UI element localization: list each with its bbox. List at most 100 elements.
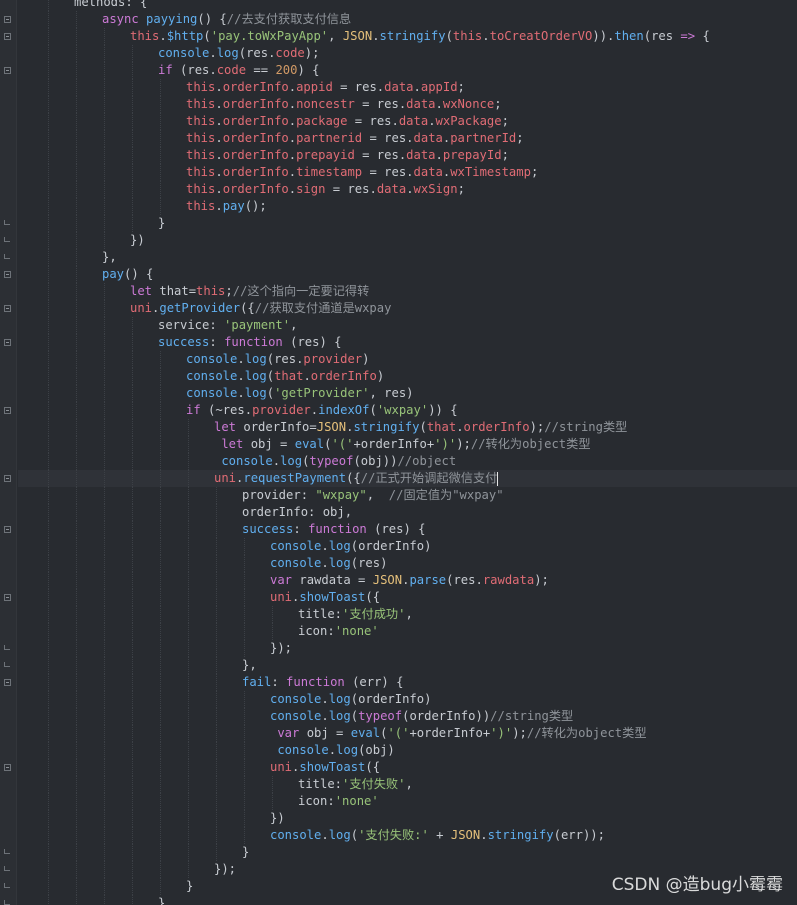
fold-toggle-icon[interactable] — [4, 679, 11, 686]
code-line[interactable]: methods: { — [18, 0, 797, 11]
code-line[interactable]: if (res.code == 200) { — [18, 62, 797, 79]
code-line[interactable]: } — [18, 215, 797, 232]
code-line[interactable]: provider: "wxpay", //固定值为"wxpay" — [18, 487, 797, 504]
code-line[interactable]: }, — [18, 249, 797, 266]
code-token: ; — [501, 148, 509, 162]
indent-guide — [76, 538, 77, 555]
code-line[interactable]: }) — [18, 810, 797, 827]
fold-toggle-icon[interactable] — [4, 67, 11, 74]
indent-guide — [188, 742, 189, 759]
indent-guide — [272, 793, 273, 810]
text-cursor — [497, 471, 499, 486]
code-line[interactable]: console.log(orderInfo) — [18, 538, 797, 555]
indent-guide — [48, 895, 49, 905]
code-token: . — [215, 165, 223, 179]
fold-toggle-icon[interactable] — [4, 475, 11, 482]
code-line[interactable]: title:'支付成功', — [18, 606, 797, 623]
code-token: ( — [266, 386, 275, 400]
code-token: (res. — [172, 63, 217, 77]
code-line[interactable]: this.pay(); — [18, 198, 797, 215]
indent-guide — [48, 249, 49, 266]
code-line[interactable]: success: function (res) { — [18, 521, 797, 538]
code-line[interactable]: console.log(res.provider) — [18, 351, 797, 368]
code-line[interactable]: orderInfo: obj, — [18, 504, 797, 521]
code-line[interactable]: this.orderInfo.prepayid = res.data.prepa… — [18, 147, 797, 164]
code-line[interactable]: success: function (res) { — [18, 334, 797, 351]
code-line[interactable]: console.log(obj) — [18, 742, 797, 759]
fold-toggle-icon[interactable] — [4, 764, 11, 771]
code-token: (err)); — [553, 828, 605, 842]
code-line[interactable]: console.log(res.code); — [18, 45, 797, 62]
fold-toggle-icon[interactable] — [4, 594, 11, 601]
code-token: 'wxpay' — [376, 403, 429, 417]
code-line[interactable]: }) — [18, 232, 797, 249]
code-line[interactable]: let orderInfo=JSON.stringify(that.orderI… — [18, 419, 797, 436]
code-token: console — [186, 352, 238, 366]
fold-toggle-icon[interactable] — [4, 16, 11, 23]
fold-toggle-icon[interactable] — [4, 407, 11, 414]
code-token: 'none' — [334, 624, 379, 638]
code-line[interactable]: async payying() {//去支付获取支付信息 — [18, 11, 797, 28]
indent-guide — [160, 470, 161, 487]
code-token: } — [158, 216, 166, 230]
indent-guide — [104, 470, 105, 487]
code-line[interactable]: console.log(res) — [18, 555, 797, 572]
fold-toggle-icon[interactable] — [4, 33, 11, 40]
code-line[interactable]: var obj = eval('('+orderInfo+')');//转化为o… — [18, 725, 797, 742]
code-token: this — [186, 114, 216, 128]
code-line[interactable]: this.orderInfo.timestamp = res.data.wxTi… — [18, 164, 797, 181]
code-line[interactable]: uni.showToast({ — [18, 759, 797, 776]
code-token: orderInfo — [222, 165, 289, 179]
code-line[interactable]: uni.getProvider({//获取支付通道是wxpay — [18, 300, 797, 317]
indent-guide — [188, 827, 189, 844]
code-line[interactable]: } — [18, 895, 797, 905]
code-line[interactable]: pay() { — [18, 266, 797, 283]
indent-guide — [76, 11, 77, 28]
fold-toggle-icon[interactable] — [4, 271, 11, 278]
code-line[interactable]: icon:'none' — [18, 793, 797, 810]
indent-guide — [48, 827, 49, 844]
code-line[interactable]: this.orderInfo.noncestr = res.data.wxNon… — [18, 96, 797, 113]
code-line[interactable]: if (~res.provider.indexOf('wxpay')) { — [18, 402, 797, 419]
code-line[interactable]: this.orderInfo.package = res.data.wxPack… — [18, 113, 797, 130]
code-token: orderInfo — [222, 97, 289, 111]
code-line[interactable]: uni.showToast({ — [18, 589, 797, 606]
code-line[interactable]: console.log(that.orderInfo) — [18, 368, 797, 385]
fold-toggle-icon[interactable] — [4, 305, 11, 312]
code-line[interactable]: console.log(typeof(obj))//object — [18, 453, 797, 470]
code-line[interactable]: console.log(orderInfo) — [18, 691, 797, 708]
code-line[interactable]: icon:'none' — [18, 623, 797, 640]
code-token: { — [695, 29, 710, 43]
code-line[interactable]: console.log('getProvider', res) — [18, 385, 797, 402]
code-line[interactable]: this.orderInfo.partnerid = res.data.part… — [18, 130, 797, 147]
code-line[interactable]: console.log('支付失败:' + JSON.stringify(err… — [18, 827, 797, 844]
indent-guide — [160, 674, 161, 691]
code-line[interactable]: fail: function (err) { — [18, 674, 797, 691]
code-line[interactable]: } — [18, 844, 797, 861]
code-token: success — [242, 522, 294, 536]
fold-toggle-icon[interactable] — [4, 526, 11, 533]
code-line[interactable]: title:'支付失败', — [18, 776, 797, 793]
indent-guide — [160, 776, 161, 793]
code-line[interactable]: }, — [18, 657, 797, 674]
indent-guide — [48, 759, 49, 776]
code-line[interactable]: uni.requestPayment({//正式开始调起微信支付 — [18, 470, 797, 487]
code-line[interactable]: this.$http('pay.toWxPayApp', JSON.string… — [18, 28, 797, 45]
code-line[interactable]: var rawdata = JSON.parse(res.rawdata); — [18, 572, 797, 589]
code-editor[interactable]: methods: {async payying() {//去支付获取支付信息 th… — [0, 0, 797, 905]
code-line[interactable]: let that=this;//这个指向一定要记得转 — [18, 283, 797, 300]
fold-toggle-icon[interactable] — [4, 339, 11, 346]
indent-guide — [76, 453, 77, 470]
code-line[interactable]: this.orderInfo.appid = res.data.appId; — [18, 79, 797, 96]
indent-guide — [104, 861, 105, 878]
code-token: , — [290, 318, 298, 332]
code-token: wxSign — [413, 182, 458, 196]
code-line[interactable]: this.orderInfo.sign = res.data.wxSign; — [18, 181, 797, 198]
indent-guide — [188, 759, 189, 776]
code-line[interactable]: console.log(typeof(orderInfo))//string类型 — [18, 708, 797, 725]
code-line[interactable]: service: 'payment', — [18, 317, 797, 334]
code-line[interactable]: }); — [18, 640, 797, 657]
code-token: this — [130, 29, 160, 43]
code-token: console — [270, 539, 322, 553]
code-line[interactable]: let obj = eval('('+orderInfo+')');//转化为o… — [18, 436, 797, 453]
